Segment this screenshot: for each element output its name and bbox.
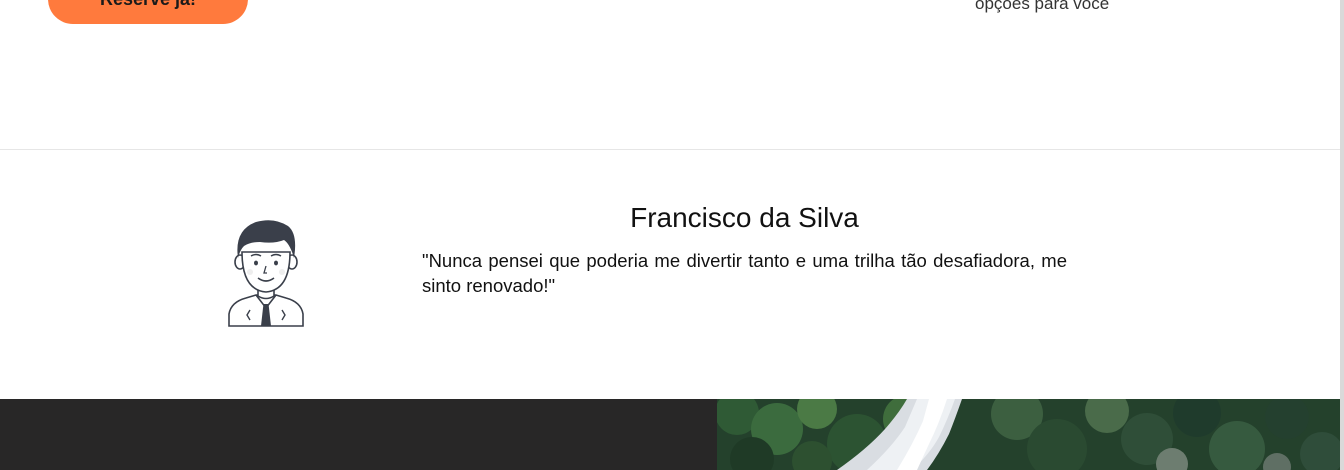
waterfall-forest-photo — [717, 399, 1340, 470]
testimonial-quote: "Nunca pensei que poderia me divertir ta… — [422, 250, 1067, 296]
top-section: Reserve já! opções para você — [0, 0, 1340, 150]
dark-footer-panel — [0, 399, 717, 470]
man-avatar-icon — [228, 220, 304, 327]
options-text: opções para você — [975, 0, 1110, 13]
reserve-button[interactable]: Reserve já! — [48, 0, 248, 24]
scrollbar-thumb[interactable] — [1340, 0, 1344, 470]
testimonial-name: Francisco da Silva — [630, 202, 859, 233]
scrollbar[interactable] — [1340, 0, 1344, 470]
testimonial-section: Francisco da Silva "Nunca pensei que pod… — [0, 150, 1340, 399]
